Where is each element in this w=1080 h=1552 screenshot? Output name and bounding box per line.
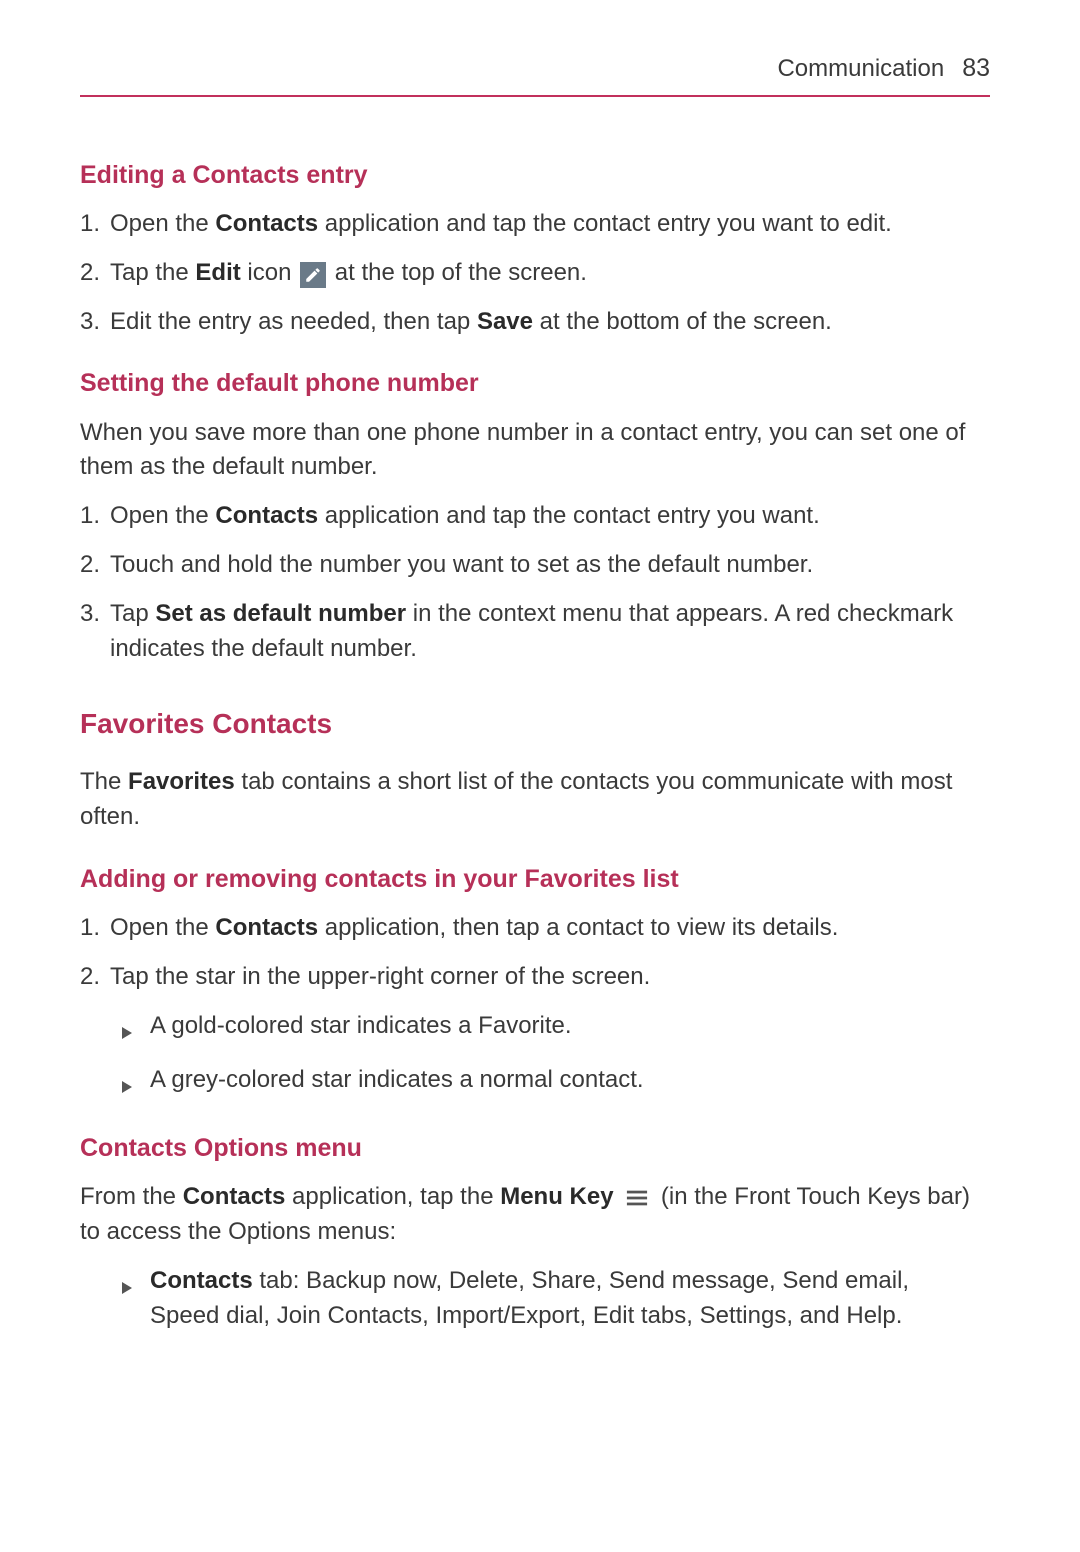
list-number: 3. — [80, 305, 110, 340]
menu-key-icon — [624, 1187, 650, 1209]
sub-heading: Contacts Options menu — [80, 1130, 990, 1166]
list-item: 2. Touch and hold the number you want to… — [80, 548, 990, 583]
list-text: Tap the star in the upper-right corner o… — [110, 960, 990, 995]
triangle-bullet-icon — [122, 1264, 150, 1334]
sub-heading: Setting the default phone number — [80, 365, 990, 401]
header-title: Communication — [777, 52, 944, 87]
list-item: 3. Edit the entry as needed, then tap Sa… — [80, 305, 990, 340]
sub-bullet-list: A gold-colored star indicates a Favorite… — [80, 1009, 990, 1105]
numbered-list: 1. Open the Contacts application, then t… — [80, 911, 990, 995]
section-options-menu: Contacts Options menu From the Contacts … — [80, 1130, 990, 1333]
list-text: Touch and hold the number you want to se… — [110, 548, 990, 583]
list-number: 1. — [80, 499, 110, 534]
sub-bullet-item: A gold-colored star indicates a Favorite… — [122, 1009, 990, 1050]
sub-bullet-text: A gold-colored star indicates a Favorite… — [150, 1009, 990, 1050]
list-text: Open the Contacts application, then tap … — [110, 911, 990, 946]
main-heading: Favorites Contacts — [80, 704, 990, 745]
sub-bullet-text: Contacts tab: Backup now, Delete, Share,… — [150, 1264, 990, 1334]
list-item: 3. Tap Set as default number in the cont… — [80, 597, 990, 667]
section-editing-contacts: Editing a Contacts entry 1. Open the Con… — [80, 157, 990, 340]
list-number: 1. — [80, 911, 110, 946]
list-item: 1. Open the Contacts application and tap… — [80, 499, 990, 534]
list-item: 2. Tap the star in the upper-right corne… — [80, 960, 990, 995]
sub-bullet-list: Contacts tab: Backup now, Delete, Share,… — [80, 1264, 990, 1334]
section-add-remove-favorites: Adding or removing contacts in your Favo… — [80, 861, 990, 1104]
sub-heading: Adding or removing contacts in your Favo… — [80, 861, 990, 897]
list-item: 1. Open the Contacts application, then t… — [80, 911, 990, 946]
numbered-list: 1. Open the Contacts application and tap… — [80, 207, 990, 339]
list-text: Tap the Edit icon at the top of the scre… — [110, 256, 990, 291]
edit-icon — [300, 262, 326, 288]
section-default-number: Setting the default phone number When yo… — [80, 365, 990, 666]
page-number: 83 — [962, 50, 990, 86]
list-item: 2. Tap the Edit icon at the top of the s… — [80, 256, 990, 291]
list-text: Tap Set as default number in the context… — [110, 597, 990, 667]
sub-bullet-item: A grey-colored star indicates a normal c… — [122, 1063, 990, 1104]
list-text: Open the Contacts application and tap th… — [110, 499, 990, 534]
list-text: Edit the entry as needed, then tap Save … — [110, 305, 990, 340]
sub-bullet-text: A grey-colored star indicates a normal c… — [150, 1063, 990, 1104]
list-number: 2. — [80, 548, 110, 583]
sub-heading: Editing a Contacts entry — [80, 157, 990, 193]
manual-page: Communication 83 Editing a Contacts entr… — [0, 0, 1080, 1334]
numbered-list: 1. Open the Contacts application and tap… — [80, 499, 990, 666]
intro-paragraph: When you save more than one phone number… — [80, 416, 990, 486]
intro-paragraph: From the Contacts application, tap the M… — [80, 1180, 990, 1250]
triangle-bullet-icon — [122, 1063, 150, 1104]
page-header: Communication 83 — [80, 50, 990, 97]
triangle-bullet-icon — [122, 1009, 150, 1050]
list-number: 3. — [80, 597, 110, 667]
list-text: Open the Contacts application and tap th… — [110, 207, 990, 242]
list-number: 2. — [80, 256, 110, 291]
section-favorites: Favorites Contacts The Favorites tab con… — [80, 704, 990, 834]
list-number: 2. — [80, 960, 110, 995]
intro-paragraph: The Favorites tab contains a short list … — [80, 765, 990, 835]
list-item: 1. Open the Contacts application and tap… — [80, 207, 990, 242]
sub-bullet-item: Contacts tab: Backup now, Delete, Share,… — [122, 1264, 990, 1334]
list-number: 1. — [80, 207, 110, 242]
